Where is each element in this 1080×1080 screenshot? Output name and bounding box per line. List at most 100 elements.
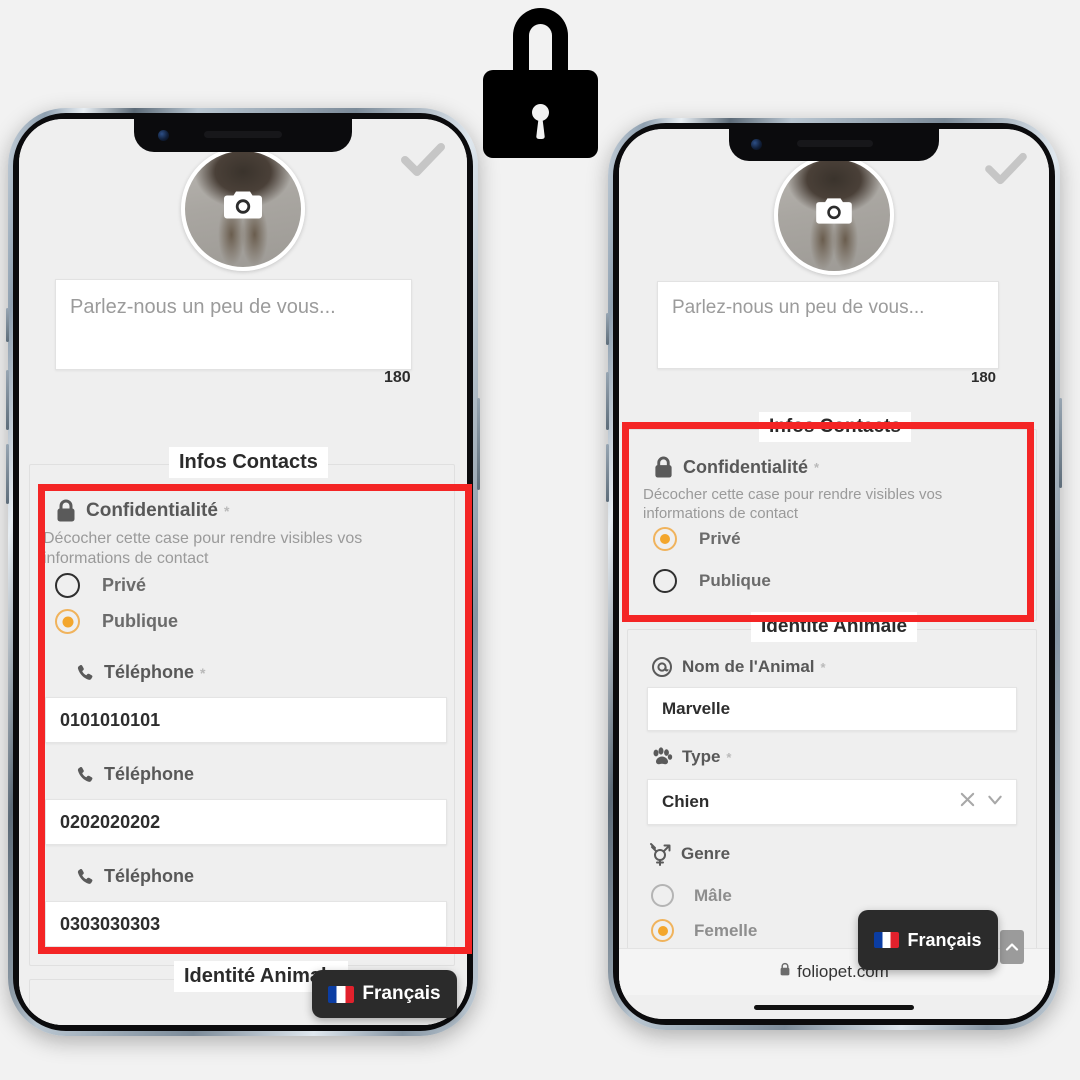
radio-male-label: Mâle bbox=[694, 885, 732, 905]
notch-left bbox=[134, 119, 352, 152]
submit-check-icon[interactable] bbox=[985, 151, 1027, 191]
phone2-value: 0202020202 bbox=[60, 811, 161, 832]
bio-placeholder: Parlez-nous un peu de vous... bbox=[70, 296, 336, 318]
identity-legend-right: Identité Animale bbox=[751, 612, 918, 642]
phone-icon bbox=[75, 663, 95, 683]
volume-down-left[interactable] bbox=[6, 444, 9, 504]
radio-publique-label: Publique bbox=[699, 571, 771, 590]
avatar-right[interactable] bbox=[774, 155, 894, 275]
transgender-icon bbox=[649, 841, 672, 866]
privacy-label-row-left: Confidentialité * bbox=[55, 499, 229, 523]
scroll-to-top-button[interactable] bbox=[1000, 930, 1024, 964]
privacy-option-prive-left[interactable]: Privé bbox=[55, 573, 146, 598]
gender-label-row: Genre bbox=[649, 841, 730, 866]
volume-up-right[interactable] bbox=[606, 372, 609, 430]
volume-down-right[interactable] bbox=[606, 444, 609, 502]
phone2-input-left[interactable]: 0202020202 bbox=[45, 799, 447, 845]
phone2-label-row-left: Téléphone bbox=[75, 764, 194, 785]
fr-flag-icon bbox=[328, 985, 355, 1003]
phone-left: Parlez-nous un peu de vous... 180 Infos … bbox=[6, 108, 480, 1036]
phone1-input-left[interactable]: 0101010101 bbox=[45, 697, 447, 743]
camera-icon bbox=[815, 195, 853, 230]
language-label-right: Français bbox=[907, 929, 982, 950]
privacy-option-publique-left[interactable]: Publique bbox=[55, 609, 178, 634]
chevron-down-icon[interactable] bbox=[986, 791, 1004, 813]
fr-flag-icon bbox=[874, 932, 900, 948]
privacy-required-mark: * bbox=[814, 460, 820, 475]
phone1-label: Téléphone bbox=[104, 662, 195, 682]
radio-prive[interactable] bbox=[55, 573, 80, 598]
pet-name-label-row: Nom de l'Animal * bbox=[651, 656, 826, 678]
pet-name-required-mark: * bbox=[820, 659, 826, 675]
bio-placeholder: Parlez-nous un peu de vous... bbox=[672, 297, 925, 318]
gender-label: Genre bbox=[681, 843, 731, 863]
submit-check-icon[interactable] bbox=[401, 141, 445, 183]
close-icon[interactable] bbox=[959, 791, 976, 813]
contacts-legend-left: Infos Contacts bbox=[169, 447, 328, 478]
pet-name-label: Nom de l'Animal bbox=[682, 657, 815, 676]
phone1-required-mark: * bbox=[200, 664, 206, 681]
radio-femelle[interactable] bbox=[651, 919, 674, 942]
bio-counter: 180 bbox=[384, 369, 411, 386]
privacy-option-publique-right[interactable]: Publique bbox=[653, 569, 771, 593]
privacy-helper-right: Décocher cette case pour rendre visibles… bbox=[643, 486, 943, 523]
profile-form-page-right: Parlez-nous un peu de vous... 180 Infos … bbox=[619, 129, 1049, 1019]
pet-type-select[interactable]: Chien bbox=[647, 779, 1017, 825]
radio-male[interactable] bbox=[651, 884, 674, 907]
language-label-left: Français bbox=[362, 983, 441, 1004]
phone-right: Parlez-nous un peu de vous... 180 Infos … bbox=[606, 118, 1062, 1030]
radio-prive[interactable] bbox=[653, 527, 677, 551]
volume-up-left[interactable] bbox=[6, 370, 9, 430]
lock-icon bbox=[779, 962, 791, 982]
pet-name-input[interactable]: Marvelle bbox=[647, 687, 1017, 731]
phone-icon bbox=[75, 765, 95, 785]
bio-counter: 180 bbox=[971, 369, 997, 386]
front-camera-left bbox=[158, 130, 169, 141]
mute-switch-right[interactable] bbox=[606, 313, 609, 345]
radio-prive-label: Privé bbox=[699, 529, 741, 548]
privacy-helper-left: Décocher cette case pour rendre visibles… bbox=[43, 530, 363, 568]
pet-name-value: Marvelle bbox=[662, 699, 731, 718]
privacy-label-row-right: Confidentialité * bbox=[653, 456, 819, 479]
privacy-option-prive-right[interactable]: Privé bbox=[653, 527, 741, 551]
bio-textarea[interactable]: Parlez-nous un peu de vous... bbox=[55, 279, 412, 370]
gender-option-male[interactable]: Mâle bbox=[651, 884, 732, 907]
padlock-keyhole bbox=[532, 104, 549, 121]
language-widget-right[interactable]: Français bbox=[858, 910, 998, 970]
radio-publique[interactable] bbox=[55, 609, 80, 634]
phone-icon bbox=[75, 867, 95, 887]
home-indicator bbox=[754, 1005, 914, 1010]
comparison-scene: Parlez-nous un peu de vous... 180 Infos … bbox=[0, 0, 1080, 1080]
phone1-value: 0101010101 bbox=[60, 709, 161, 730]
power-button-left[interactable] bbox=[477, 398, 480, 490]
privacy-label: Confidentialité bbox=[683, 457, 808, 477]
chevron-up-icon bbox=[1005, 943, 1019, 951]
padlock-icon bbox=[483, 8, 598, 158]
contacts-legend-right: Infos Contacts bbox=[759, 412, 911, 442]
at-icon bbox=[651, 656, 673, 678]
radio-publique[interactable] bbox=[653, 569, 677, 593]
paw-icon bbox=[651, 747, 673, 767]
pet-type-actions bbox=[959, 791, 1004, 813]
earpiece-speaker-left bbox=[204, 131, 282, 138]
mute-switch-left[interactable] bbox=[6, 308, 9, 342]
front-camera-right bbox=[751, 139, 762, 150]
phone2-label: Téléphone bbox=[104, 764, 195, 784]
radio-prive-label: Privé bbox=[102, 575, 147, 595]
power-button-right[interactable] bbox=[1059, 398, 1062, 488]
lock-icon bbox=[55, 499, 77, 523]
earpiece-speaker-right bbox=[797, 140, 873, 147]
gender-option-femelle[interactable]: Femelle bbox=[651, 919, 757, 942]
radio-femelle-label: Femelle bbox=[694, 920, 758, 940]
language-widget-left[interactable]: Français bbox=[312, 970, 457, 1018]
bio-textarea[interactable]: Parlez-nous un peu de vous... bbox=[657, 281, 999, 369]
notch-right bbox=[729, 129, 939, 161]
avatar-left[interactable] bbox=[181, 147, 305, 271]
screen-left: Parlez-nous un peu de vous... 180 Infos … bbox=[19, 119, 467, 1025]
pet-type-label: Type bbox=[682, 747, 721, 766]
pet-type-value: Chien bbox=[662, 792, 710, 811]
phone3-value: 0303030303 bbox=[60, 913, 161, 934]
phone3-input-left[interactable]: 0303030303 bbox=[45, 901, 447, 947]
profile-form-page-left: Parlez-nous un peu de vous... 180 Infos … bbox=[19, 119, 467, 1025]
pet-type-required-mark: * bbox=[726, 749, 732, 765]
